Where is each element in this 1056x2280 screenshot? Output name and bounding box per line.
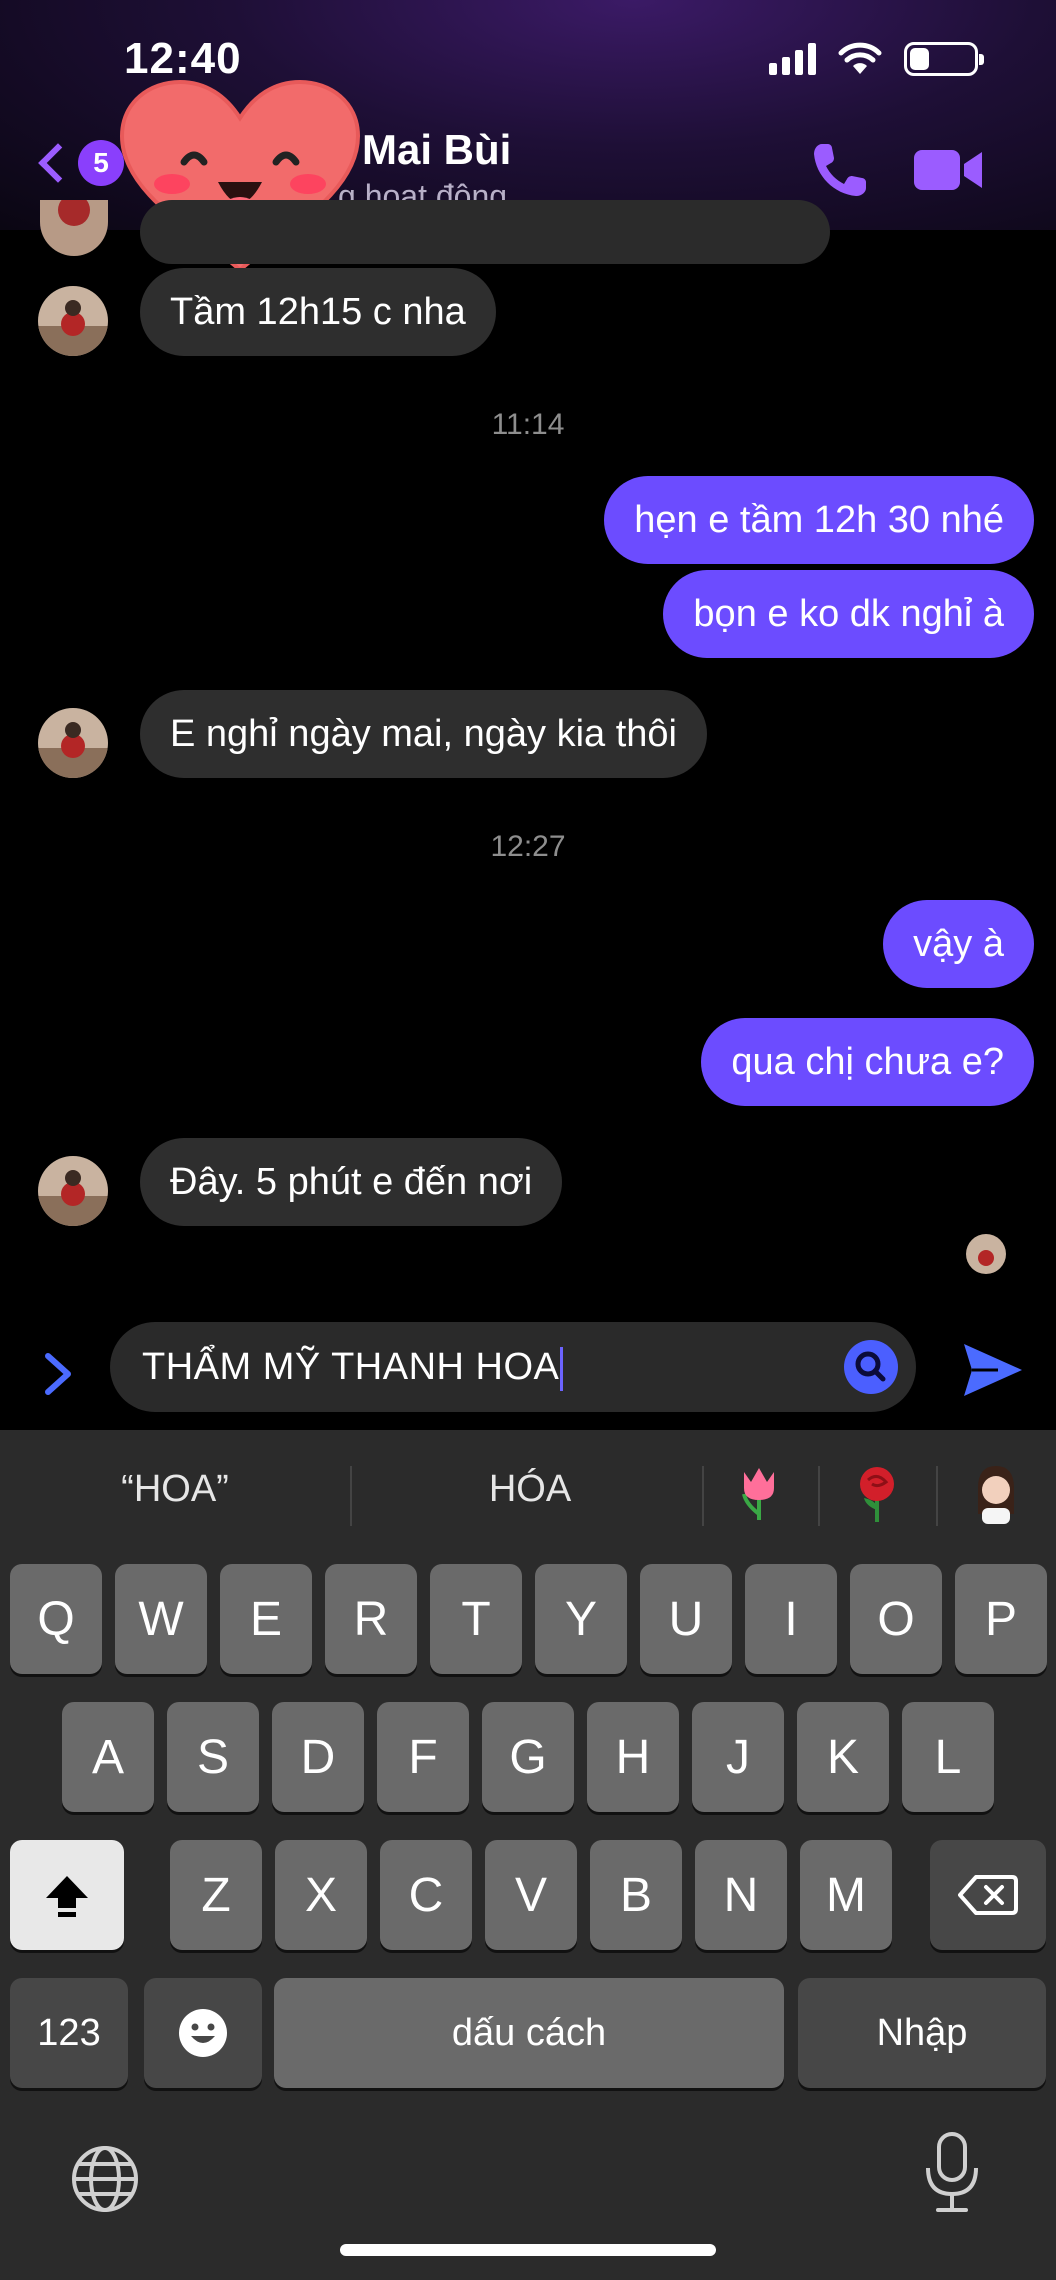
key-n[interactable]: N: [695, 1840, 787, 1950]
chevron-left-icon: [38, 143, 78, 183]
emoji-key[interactable]: [144, 1978, 262, 2088]
message-composer: THẨM MỸ THANH HOA: [0, 1316, 1056, 1426]
seen-receipt-avatar: [966, 1234, 1006, 1274]
key-i[interactable]: I: [745, 1564, 837, 1674]
key-b[interactable]: B: [590, 1840, 682, 1950]
divider: [702, 1466, 704, 1526]
key-d[interactable]: D: [272, 1702, 364, 1812]
memoji-icon[interactable]: [960, 1458, 1030, 1528]
message-timestamp: 12:27: [490, 830, 566, 863]
previous-message-bubble[interactable]: [140, 200, 830, 264]
key-y[interactable]: Y: [535, 1564, 627, 1674]
backspace-key[interactable]: [930, 1840, 1046, 1950]
key-u[interactable]: U: [640, 1564, 732, 1674]
key-l[interactable]: L: [902, 1702, 994, 1812]
chevron-right-icon[interactable]: [40, 1350, 76, 1398]
contact-name[interactable]: Mai Bùi: [362, 126, 511, 174]
outgoing-message[interactable]: qua chị chưa e?: [701, 1018, 1034, 1106]
incoming-message[interactable]: Đây. 5 phút e đến nơi: [140, 1138, 563, 1226]
cellular-signal-icon: [769, 43, 816, 75]
smiley-face-icon: [179, 2009, 227, 2057]
divider: [818, 1466, 820, 1526]
shift-arrow-icon: [46, 1876, 88, 1917]
key-c[interactable]: C: [380, 1840, 472, 1950]
avatar: [40, 200, 108, 256]
key-k[interactable]: K: [797, 1702, 889, 1812]
message-timestamp: 11:14: [491, 408, 565, 441]
suggestion-item[interactable]: “HOA”: [60, 1468, 290, 1511]
search-icon: [855, 1351, 886, 1382]
suggestion-item[interactable]: HÓA: [410, 1468, 650, 1511]
key-f[interactable]: F: [377, 1702, 469, 1812]
key-p[interactable]: P: [955, 1564, 1047, 1674]
battery-level: [910, 48, 929, 70]
globe-icon[interactable]: [70, 2144, 140, 2214]
message-input-text[interactable]: THẨM MỸ THANH HOA: [142, 1346, 564, 1391]
home-indicator[interactable]: [340, 2244, 716, 2256]
divider: [350, 1466, 352, 1526]
video-call-icon[interactable]: [914, 146, 984, 194]
message-input[interactable]: THẨM MỸ THANH HOA: [110, 1322, 916, 1412]
rose-emoji-icon[interactable]: [842, 1458, 912, 1528]
numbers-key[interactable]: 123: [10, 1978, 128, 2088]
key-x[interactable]: X: [275, 1840, 367, 1950]
key-a[interactable]: A: [62, 1702, 154, 1812]
send-icon[interactable]: [962, 1340, 1024, 1400]
key-m[interactable]: M: [800, 1840, 892, 1950]
key-v[interactable]: V: [485, 1840, 577, 1950]
divider: [936, 1466, 938, 1526]
message-list[interactable]: Tầm 12h15 c nha 11:14 hẹn e tầm 12h 30 n…: [0, 200, 1056, 1310]
return-key[interactable]: Nhập: [798, 1978, 1046, 2088]
key-w[interactable]: W: [115, 1564, 207, 1674]
outgoing-message[interactable]: bọn e ko dk nghỉ à: [663, 570, 1034, 658]
outgoing-message[interactable]: hẹn e tầm 12h 30 nhé: [604, 476, 1034, 564]
contact-avatar[interactable]: [38, 1156, 108, 1226]
tulip-emoji-icon[interactable]: [724, 1458, 794, 1528]
key-o[interactable]: O: [850, 1564, 942, 1674]
backspace-icon: [958, 1875, 1018, 1915]
key-t[interactable]: T: [430, 1564, 522, 1674]
key-j[interactable]: J: [692, 1702, 784, 1812]
shift-key[interactable]: [10, 1840, 124, 1950]
key-g[interactable]: G: [482, 1702, 574, 1812]
onscreen-keyboard: “HOA” HÓA Q W E R T Y U I O P A S D F G …: [0, 1430, 1056, 2280]
key-e[interactable]: E: [220, 1564, 312, 1674]
wifi-icon: [838, 42, 882, 74]
key-h[interactable]: H: [587, 1702, 679, 1812]
phone-call-icon[interactable]: [808, 138, 872, 202]
incoming-message[interactable]: E nghỉ ngày mai, ngày kia thôi: [140, 690, 707, 778]
microphone-icon[interactable]: [922, 2130, 982, 2216]
battery-icon: [904, 42, 984, 76]
key-q[interactable]: Q: [10, 1564, 102, 1674]
contact-avatar[interactable]: [38, 708, 108, 778]
key-r[interactable]: R: [325, 1564, 417, 1674]
key-z[interactable]: Z: [170, 1840, 262, 1950]
suggestion-bar: “HOA” HÓA: [0, 1430, 1056, 1560]
search-lens-button[interactable]: [844, 1340, 898, 1394]
space-key[interactable]: dấu cách: [274, 1978, 784, 2088]
incoming-message[interactable]: Tầm 12h15 c nha: [140, 268, 496, 356]
contact-avatar[interactable]: [38, 286, 108, 356]
status-icons: [769, 42, 984, 76]
key-s[interactable]: S: [167, 1702, 259, 1812]
text-caret: [560, 1346, 564, 1391]
outgoing-message[interactable]: vậy à: [883, 900, 1034, 988]
